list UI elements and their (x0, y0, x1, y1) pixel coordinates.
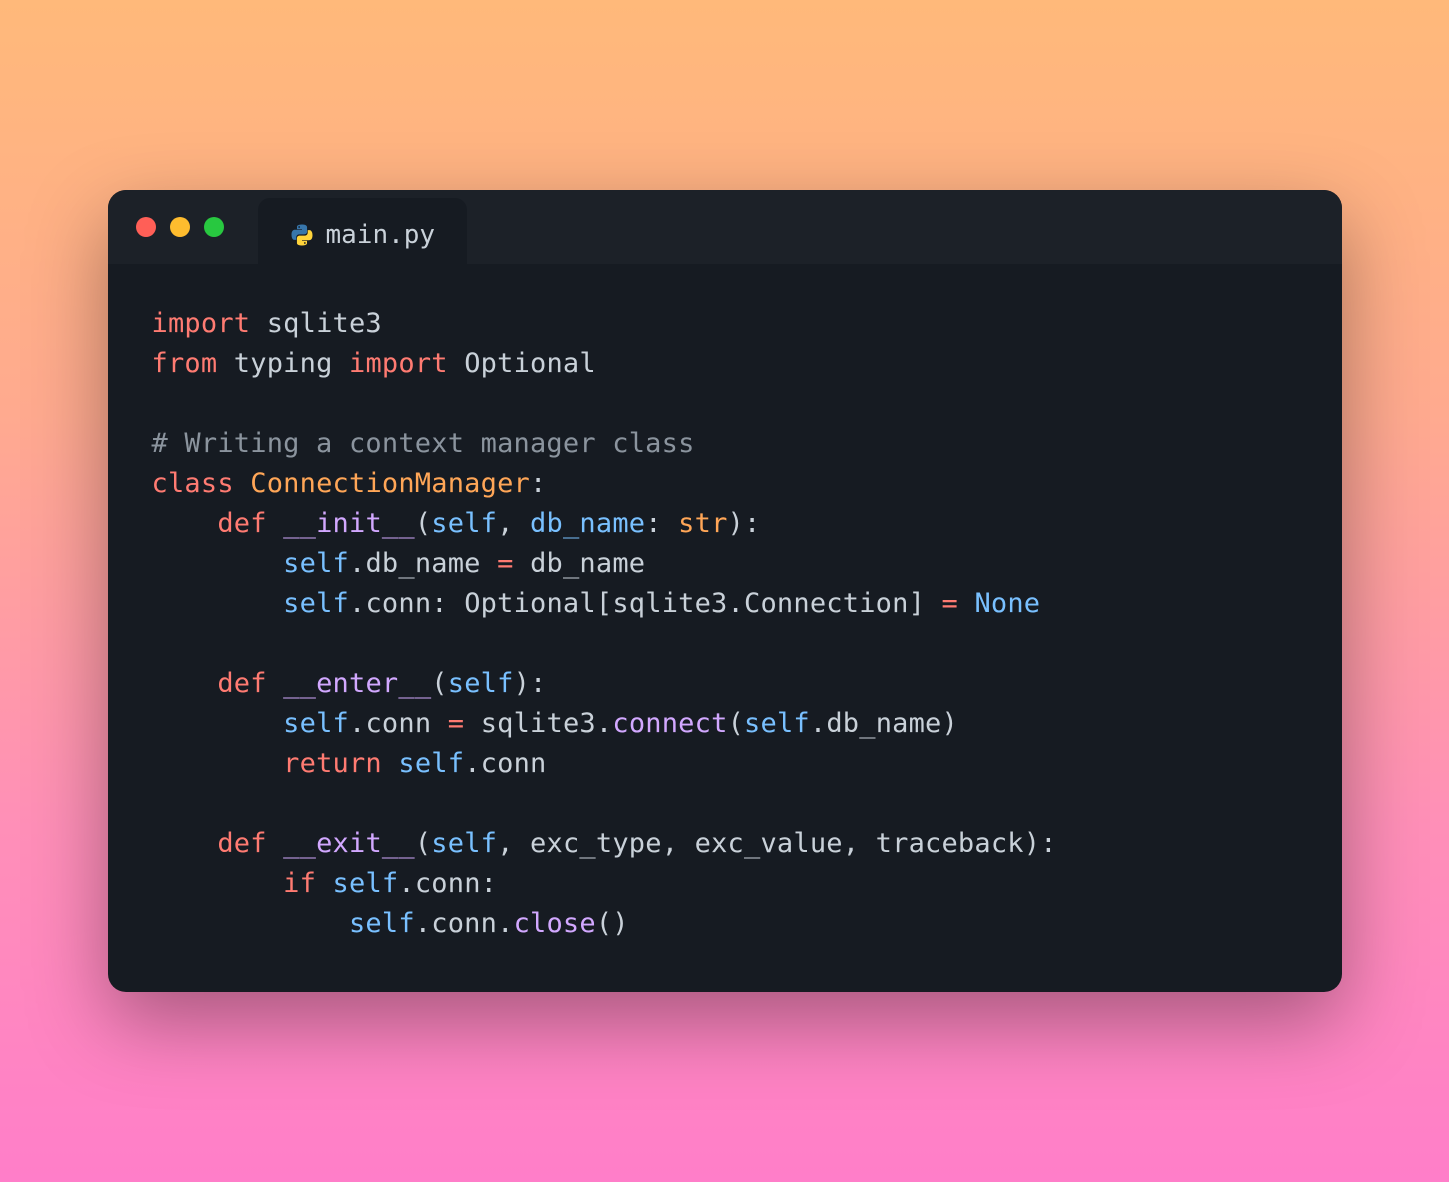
ref-dbname: db_name (530, 548, 645, 579)
ref-self: self (333, 868, 399, 899)
close-icon[interactable] (136, 217, 156, 237)
keyword-def: def (217, 668, 266, 699)
ref-self: self (398, 748, 464, 779)
param-exc-value: exc_value (695, 828, 843, 859)
attr-conn: conn (415, 868, 481, 899)
ref-sqlite3: sqlite3 (481, 708, 596, 739)
keyword-import: import (152, 308, 251, 339)
type-optional: Optional (464, 588, 596, 619)
python-icon (290, 223, 314, 247)
maximize-icon[interactable] (204, 217, 224, 237)
ref-self: self (744, 708, 810, 739)
param-exc-type: exc_type (530, 828, 662, 859)
keyword-def: def (217, 508, 266, 539)
titlebar: main.py (108, 190, 1342, 264)
code-comment: # Writing a context manager class (152, 428, 695, 459)
attr-dbname: db_name (826, 708, 941, 739)
class-name: ConnectionManager (250, 468, 530, 499)
ref-self: self (283, 548, 349, 579)
keyword-import: import (349, 348, 448, 379)
keyword-from: from (152, 348, 218, 379)
func-close: close (514, 908, 596, 939)
param-dbname: db_name (530, 508, 645, 539)
attr-conn: conn (481, 748, 547, 779)
func-connect: connect (612, 708, 727, 739)
ref-self: self (283, 708, 349, 739)
func-enter: __enter__ (283, 668, 431, 699)
param-self: self (431, 828, 497, 859)
type-str: str (678, 508, 727, 539)
keyword-def: def (217, 828, 266, 859)
attr-conn: conn (431, 908, 497, 939)
ref-self: self (349, 908, 415, 939)
param-self: self (448, 668, 514, 699)
module-sqlite3: sqlite3 (267, 308, 382, 339)
editor-window: main.py import sqlite3 from typing impor… (108, 190, 1342, 991)
type-connection: Connection (744, 588, 909, 619)
attr-dbname: db_name (365, 548, 480, 579)
param-self: self (431, 508, 497, 539)
file-tab[interactable]: main.py (258, 198, 468, 272)
keyword-if: if (283, 868, 316, 899)
tab-filename: main.py (326, 220, 436, 250)
code-editor[interactable]: import sqlite3 from typing import Option… (108, 264, 1342, 991)
param-traceback: traceback (876, 828, 1024, 859)
ref-self: self (283, 588, 349, 619)
ref-sqlite3: sqlite3 (612, 588, 727, 619)
keyword-return: return (283, 748, 382, 779)
func-init: __init__ (283, 508, 415, 539)
const-none: None (974, 588, 1040, 619)
keyword-class: class (152, 468, 234, 499)
window-controls (136, 217, 224, 237)
module-typing: typing (234, 348, 333, 379)
func-exit: __exit__ (283, 828, 415, 859)
minimize-icon[interactable] (170, 217, 190, 237)
name-optional: Optional (464, 348, 596, 379)
attr-conn: conn (365, 588, 431, 619)
attr-conn: conn (365, 708, 431, 739)
